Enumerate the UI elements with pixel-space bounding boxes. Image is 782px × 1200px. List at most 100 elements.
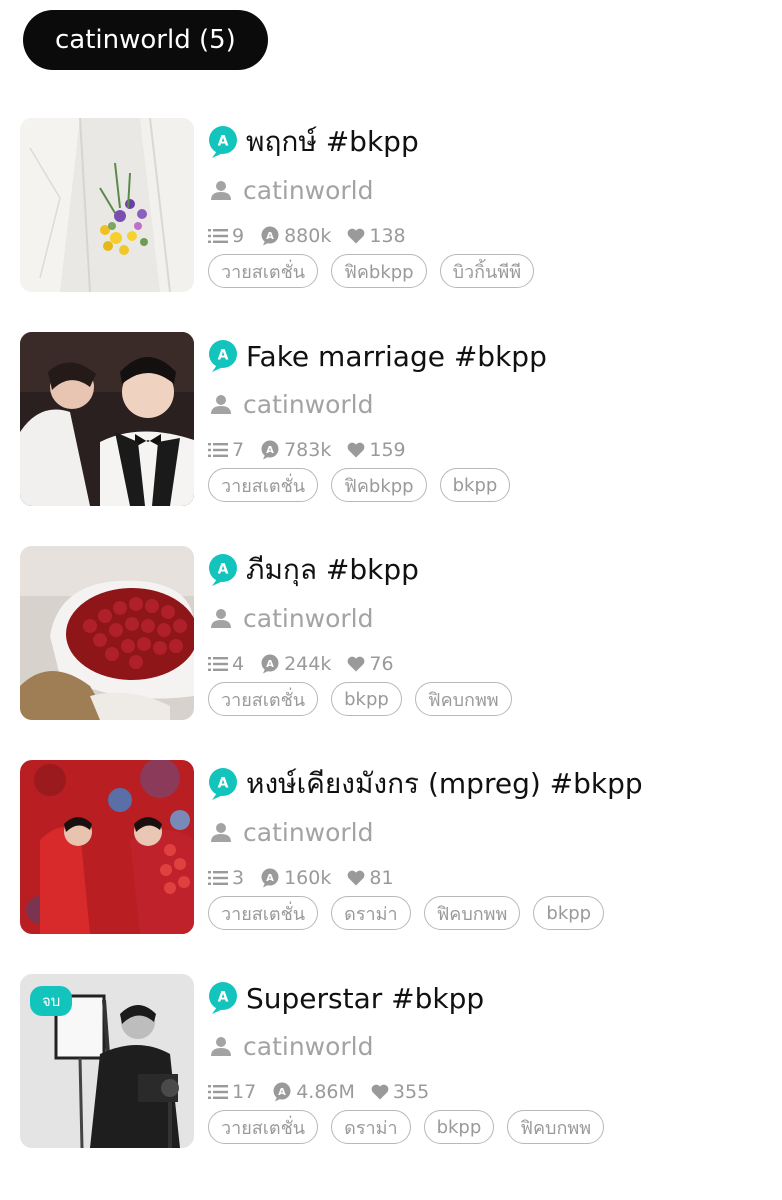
svg-text:A: A bbox=[218, 776, 229, 792]
svg-text:A: A bbox=[266, 231, 274, 242]
svg-text:A: A bbox=[218, 990, 229, 1006]
story-title[interactable]: พฤกษ์ #bkpp bbox=[246, 120, 419, 164]
cover-image bbox=[20, 332, 194, 506]
like-count: 76 bbox=[347, 653, 394, 675]
story-author[interactable]: catinworld bbox=[243, 818, 374, 847]
tag-chip[interactable]: bkpp bbox=[533, 896, 605, 930]
tag-chip[interactable]: ดราม่า bbox=[331, 1110, 411, 1144]
story-info: A หงษ์เคียงมังกร (mpreg) #bkpp catinworl… bbox=[208, 760, 782, 930]
story-cover[interactable]: จบ bbox=[20, 974, 194, 1148]
tag-chip[interactable]: วายสเตชั่น bbox=[208, 896, 319, 930]
tag-list: วายสเตชั่น ฟิคbkpp bkpp bbox=[208, 468, 782, 502]
user-icon bbox=[211, 1037, 231, 1056]
story-item[interactable]: A Fake marriage #bkpp catinworld 7 A 783… bbox=[0, 332, 782, 546]
story-cover[interactable] bbox=[20, 546, 194, 720]
story-cover[interactable] bbox=[20, 118, 194, 292]
author-row[interactable]: catinworld bbox=[208, 382, 782, 426]
chapter-count: 9 bbox=[208, 225, 244, 247]
tag-chip[interactable]: ฟิคบกพพ bbox=[414, 682, 512, 716]
story-author[interactable]: catinworld bbox=[243, 604, 374, 633]
story-title[interactable]: ภีมกุล #bkpp bbox=[246, 548, 419, 592]
app-logo-icon: A bbox=[209, 768, 237, 800]
tag-chip[interactable]: วายสเตชั่น bbox=[208, 468, 319, 502]
chapter-count: 4 bbox=[208, 653, 244, 675]
story-cover[interactable] bbox=[20, 760, 194, 934]
story-item[interactable]: A ภีมกุล #bkpp catinworld 4 A 244k 76 วา… bbox=[0, 546, 782, 760]
tag-chip[interactable]: ฟิคบกพพ bbox=[507, 1110, 605, 1144]
tag-list: วายสเตชั่น bkpp ฟิคบกพพ bbox=[208, 682, 782, 716]
tag-chip[interactable]: bkpp bbox=[331, 682, 402, 716]
tag-chip[interactable]: บิวกิ้นพีพี bbox=[439, 254, 535, 288]
tag-chip[interactable]: วายสเตชั่น bbox=[208, 1110, 319, 1144]
view-count: A 244k bbox=[260, 653, 331, 675]
chapter-count: 3 bbox=[208, 867, 244, 889]
author-row[interactable]: catinworld bbox=[208, 1024, 782, 1068]
story-item[interactable]: A หงษ์เคียงมังกร (mpreg) #bkpp catinworl… bbox=[0, 760, 782, 974]
svg-text:A: A bbox=[278, 1087, 286, 1098]
svg-text:A: A bbox=[218, 134, 229, 150]
svg-text:A: A bbox=[218, 562, 229, 578]
story-author[interactable]: catinworld bbox=[243, 390, 374, 419]
story-item[interactable]: จบ A Superstar #bkpp catinworld 17 A 4.8… bbox=[0, 974, 782, 1188]
story-title[interactable]: Superstar #bkpp bbox=[246, 982, 484, 1015]
story-author[interactable]: catinworld bbox=[243, 1032, 374, 1061]
story-title[interactable]: หงษ์เคียงมังกร (mpreg) #bkpp bbox=[246, 762, 643, 806]
views-icon: A bbox=[261, 654, 279, 674]
heart-icon bbox=[348, 656, 365, 672]
story-title[interactable]: Fake marriage #bkpp bbox=[246, 340, 547, 373]
tag-list: วายสเตชั่น ดราม่า ฟิคบกพพ bkpp bbox=[208, 896, 782, 930]
tag-chip[interactable]: ฟิคbkpp bbox=[331, 254, 427, 288]
completed-badge: จบ bbox=[30, 986, 73, 1016]
story-cover[interactable] bbox=[20, 332, 194, 506]
tag-chip[interactable]: ดราม่า bbox=[331, 896, 411, 930]
view-count: A 880k bbox=[260, 225, 331, 247]
views-icon: A bbox=[273, 1082, 291, 1102]
views-icon: A bbox=[261, 226, 279, 246]
author-filter-pill[interactable]: catinworld (5) bbox=[23, 10, 268, 70]
list-icon bbox=[208, 871, 228, 885]
like-count: 355 bbox=[371, 1081, 429, 1103]
list-icon bbox=[208, 443, 228, 457]
story-info: A Superstar #bkpp catinworld 17 A 4.86M … bbox=[208, 974, 782, 1144]
app-logo-icon: A bbox=[209, 126, 237, 158]
app-logo-icon: A bbox=[209, 340, 237, 372]
app-logo-icon: A bbox=[209, 982, 237, 1014]
story-stats: 4 A 244k 76 bbox=[208, 646, 782, 682]
user-icon bbox=[211, 395, 231, 414]
views-icon: A bbox=[261, 868, 279, 888]
cover-image bbox=[20, 760, 194, 934]
list-icon bbox=[208, 1085, 228, 1099]
svg-text:A: A bbox=[266, 873, 274, 884]
story-author[interactable]: catinworld bbox=[243, 176, 374, 205]
list-icon bbox=[208, 229, 228, 243]
tag-chip[interactable]: ฟิคบกพพ bbox=[423, 896, 521, 930]
like-count: 159 bbox=[347, 439, 406, 461]
heart-icon bbox=[348, 228, 365, 244]
tag-chip[interactable]: bkpp bbox=[439, 468, 511, 502]
author-row[interactable]: catinworld bbox=[208, 168, 782, 212]
chapter-count: 17 bbox=[208, 1081, 256, 1103]
tag-list: วายสเตชั่น ดราม่า bkpp ฟิคบกพพ bbox=[208, 1110, 782, 1144]
like-count: 81 bbox=[347, 867, 394, 889]
list-icon bbox=[208, 657, 228, 671]
view-count: A 783k bbox=[260, 439, 331, 461]
story-stats: 3 A 160k 81 bbox=[208, 860, 782, 896]
view-count: A 160k bbox=[260, 867, 331, 889]
author-row[interactable]: catinworld bbox=[208, 810, 782, 854]
heart-icon bbox=[371, 1084, 389, 1100]
story-stats: 9 A 880k 138 bbox=[208, 218, 782, 254]
author-filter-label: catinworld (5) bbox=[55, 25, 236, 55]
tag-list: วายสเตชั่น ฟิคbkpp บิวกิ้นพีพี bbox=[208, 254, 782, 288]
heart-icon bbox=[348, 442, 365, 458]
tag-chip[interactable]: วายสเตชั่น bbox=[208, 254, 319, 288]
svg-text:A: A bbox=[218, 348, 229, 364]
story-stats: 7 A 783k 159 bbox=[208, 432, 782, 468]
story-item[interactable]: A พฤกษ์ #bkpp catinworld 9 A 880k 138 วา… bbox=[0, 118, 782, 332]
cover-image bbox=[20, 546, 194, 720]
tag-chip[interactable]: วายสเตชั่น bbox=[208, 682, 319, 716]
tag-chip[interactable]: ฟิคbkpp bbox=[331, 468, 427, 502]
tag-chip[interactable]: bkpp bbox=[423, 1110, 495, 1144]
author-row[interactable]: catinworld bbox=[208, 596, 782, 640]
svg-text:A: A bbox=[266, 659, 274, 670]
view-count: A 4.86M bbox=[272, 1081, 355, 1103]
